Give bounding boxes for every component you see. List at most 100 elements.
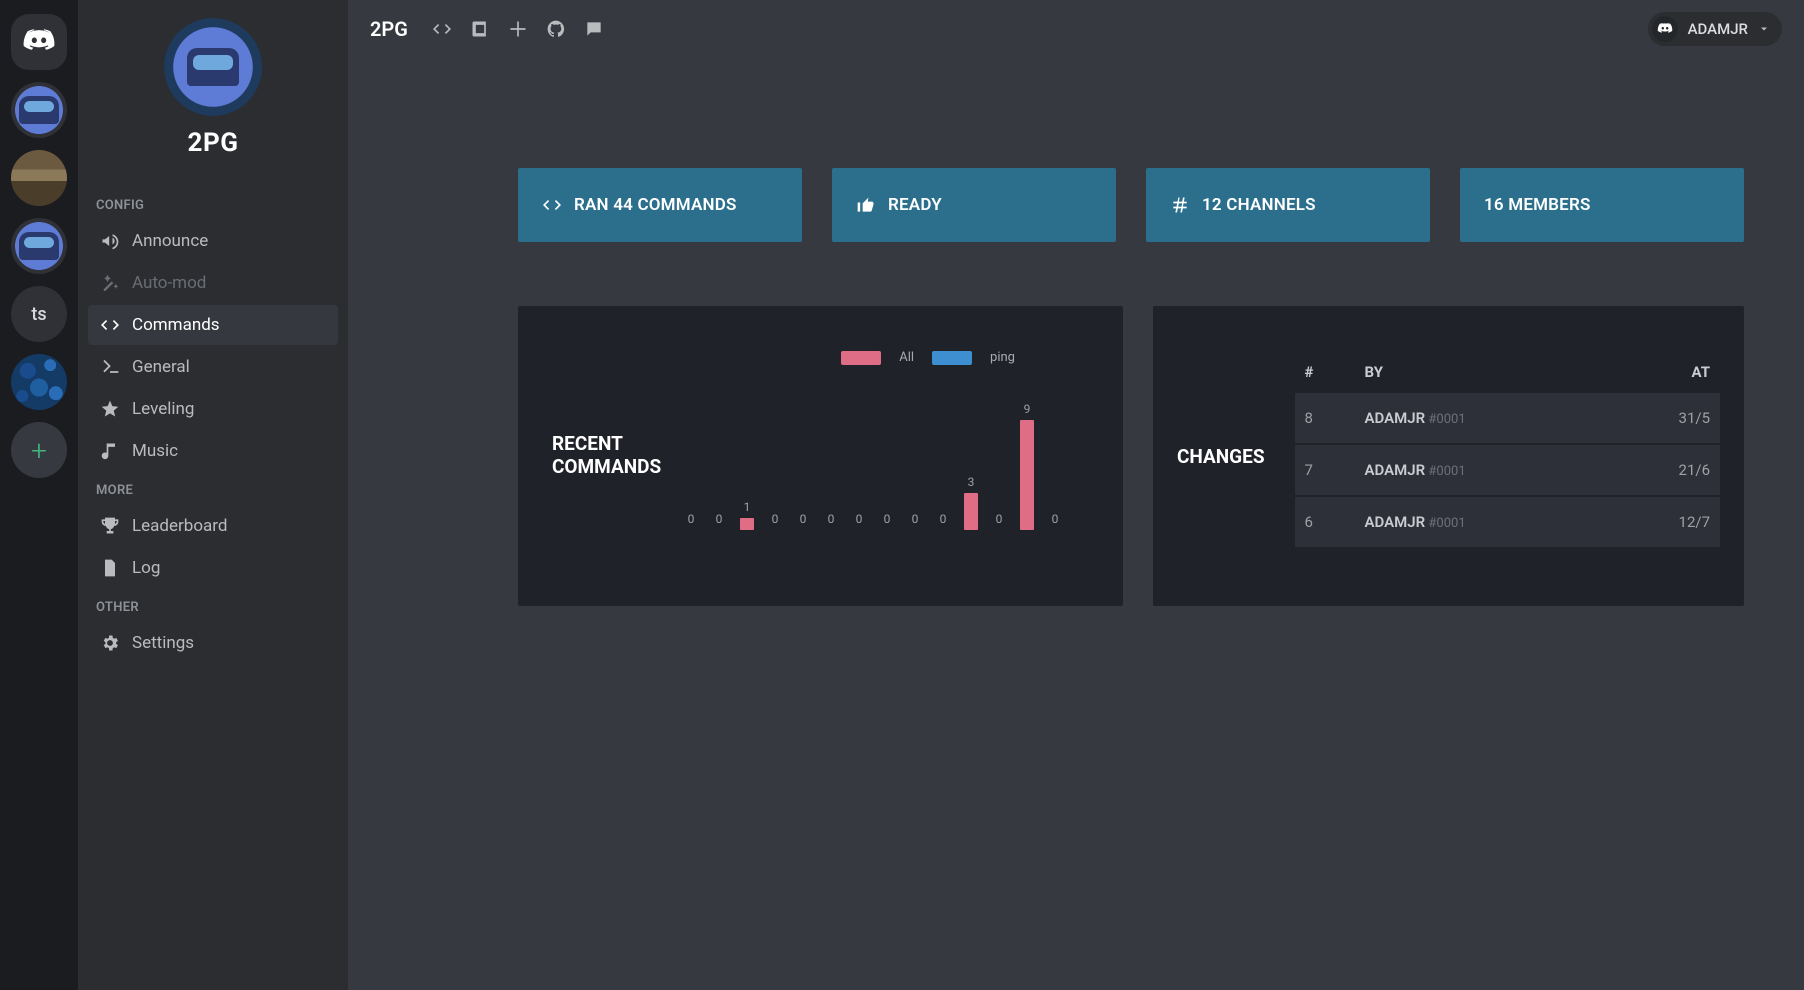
code-icon[interactable] xyxy=(432,19,452,39)
table-row[interactable]: 8ADAMJR #000131/5 xyxy=(1295,393,1720,443)
server-rail-add[interactable]: + xyxy=(11,422,67,478)
sidebar-item-label: Settings xyxy=(132,633,194,653)
server-rail-ts-label: ts xyxy=(31,304,46,325)
user-menu[interactable]: ADAMJR xyxy=(1648,12,1782,46)
server-rail-2pg-alt[interactable] xyxy=(11,218,67,274)
sidebar-item-label: Leveling xyxy=(132,399,194,419)
changes-body: 8ADAMJR #000131/57ADAMJR #000121/66ADAMJ… xyxy=(1295,393,1720,547)
server-rail-mosaic[interactable] xyxy=(11,354,67,410)
hash-icon xyxy=(1170,195,1190,215)
chart-bar-label: 9 xyxy=(1024,402,1031,416)
sidebar-item-settings[interactable]: Settings xyxy=(88,623,338,663)
panel-recent-commands: RECENT COMMANDS All ping 00100000003090 xyxy=(518,306,1123,606)
chart-bar-label: 0 xyxy=(772,512,779,526)
col-at: AT xyxy=(1630,363,1710,381)
magic-icon xyxy=(100,273,120,293)
changes-header: # BY AT xyxy=(1295,363,1720,393)
chart-title-line: RECENT xyxy=(552,432,623,455)
discord-icon[interactable] xyxy=(584,19,604,39)
stat-label: READY xyxy=(888,195,942,215)
bot-face-icon xyxy=(11,218,67,274)
col-num: # xyxy=(1305,363,1365,381)
table-row[interactable]: 6ADAMJR #000112/7 xyxy=(1295,497,1720,547)
sidebar-title: 2PG xyxy=(188,128,239,158)
chart-bar-col: 0 xyxy=(852,512,866,530)
chart-bar-col: 0 xyxy=(1048,512,1062,530)
stat-label: RAN 44 COMMANDS xyxy=(574,195,737,215)
row-at: 21/6 xyxy=(1630,461,1710,479)
sidebar-item-label: Log xyxy=(132,558,160,578)
sidebar-item-commands[interactable]: Commands xyxy=(88,305,338,345)
changes-title: CHANGES xyxy=(1177,445,1265,468)
discord-logo-icon xyxy=(22,25,56,59)
sidebar-item-announce[interactable]: Announce xyxy=(88,221,338,261)
github-icon[interactable] xyxy=(546,19,566,39)
sidebar-item-leveling[interactable]: Leveling xyxy=(88,389,338,429)
sidebar: 2PG CONFIG Announce Auto-mod Commands Ge… xyxy=(78,0,348,990)
sidebar-item-label: Announce xyxy=(132,231,208,251)
book-icon[interactable] xyxy=(470,19,490,39)
legend-swatch-all xyxy=(841,351,881,365)
col-by: BY xyxy=(1365,363,1630,381)
chart-bar xyxy=(740,518,754,530)
sidebar-item-label: Music xyxy=(132,441,178,461)
stat-ready[interactable]: READY xyxy=(832,168,1116,242)
chart-bar-label: 0 xyxy=(800,512,807,526)
server-rail-home[interactable] xyxy=(11,14,67,70)
chart-bar-label: 0 xyxy=(940,512,947,526)
stat-commands[interactable]: RAN 44 COMMANDS xyxy=(518,168,802,242)
stat-label: 16 MEMBERS xyxy=(1484,195,1591,215)
chart-bar xyxy=(1020,420,1034,530)
panel-changes: CHANGES # BY AT 8ADAMJR #000131/57ADAMJR… xyxy=(1153,306,1744,606)
sidebar-item-log[interactable]: Log xyxy=(88,548,338,588)
row-num: 7 xyxy=(1305,461,1365,479)
discord-logo-icon xyxy=(1657,21,1673,37)
chart-bar-col: 0 xyxy=(992,512,1006,530)
chart-bar-col: 1 xyxy=(740,500,754,530)
thumbs-up-icon xyxy=(856,195,876,215)
changes-table: # BY AT 8ADAMJR #000131/57ADAMJR #000121… xyxy=(1295,363,1720,549)
sidebar-section-other: OTHER xyxy=(78,590,348,621)
chart-bar-label: 0 xyxy=(856,512,863,526)
table-row[interactable]: 7ADAMJR #000121/6 xyxy=(1295,445,1720,495)
stat-members[interactable]: 16 MEMBERS xyxy=(1460,168,1744,242)
row-at: 12/7 xyxy=(1630,513,1710,531)
plus-icon[interactable] xyxy=(508,19,528,39)
chart-bars: 00100000003090 xyxy=(684,410,1035,530)
chart-bar-label: 0 xyxy=(884,512,891,526)
sidebar-item-leaderboard[interactable]: Leaderboard xyxy=(88,506,338,546)
server-rail-2pg[interactable] xyxy=(11,82,67,138)
bot-face-icon xyxy=(187,48,239,86)
sidebar-item-general[interactable]: General xyxy=(88,347,338,387)
chart-bar-col: 0 xyxy=(712,512,726,530)
chart-legend: All ping xyxy=(841,350,1015,365)
row-by: ADAMJR #0001 xyxy=(1365,461,1630,479)
server-rail: ts + xyxy=(0,0,78,990)
chart-bar xyxy=(964,493,978,530)
sidebar-item-label: Commands xyxy=(132,315,220,335)
star-icon xyxy=(100,399,120,419)
row-num: 6 xyxy=(1305,513,1365,531)
chart-body: All ping 00100000003090 xyxy=(682,306,1095,606)
sidebar-avatar[interactable] xyxy=(164,18,262,116)
row-by: ADAMJR #0001 xyxy=(1365,409,1630,427)
chart-bar-label: 0 xyxy=(716,512,723,526)
chart-bar-col: 0 xyxy=(936,512,950,530)
sidebar-header: 2PG xyxy=(78,10,348,188)
topbar: 2PG ADAMJR xyxy=(348,0,1804,58)
sidebar-item-label: General xyxy=(132,357,190,377)
legend-swatch-ping xyxy=(932,351,972,365)
chart-bar-label: 0 xyxy=(688,512,695,526)
row-at: 31/5 xyxy=(1630,409,1710,427)
sidebar-item-music[interactable]: Music xyxy=(88,431,338,471)
chevron-down-icon xyxy=(1758,23,1770,35)
code-icon xyxy=(542,195,562,215)
row-num: 8 xyxy=(1305,409,1365,427)
dashboard-content: RAN 44 COMMANDS READY 12 CHANNELS 16 MEM… xyxy=(348,58,1804,646)
main: 2PG ADAMJR RAN 44 COMMANDS READY xyxy=(348,0,1804,990)
stat-channels[interactable]: 12 CHANNELS xyxy=(1146,168,1430,242)
server-rail-cat[interactable] xyxy=(11,150,67,206)
server-rail-ts[interactable]: ts xyxy=(11,286,67,342)
bot-face-icon xyxy=(11,82,67,138)
page-title: 2PG xyxy=(370,17,408,41)
